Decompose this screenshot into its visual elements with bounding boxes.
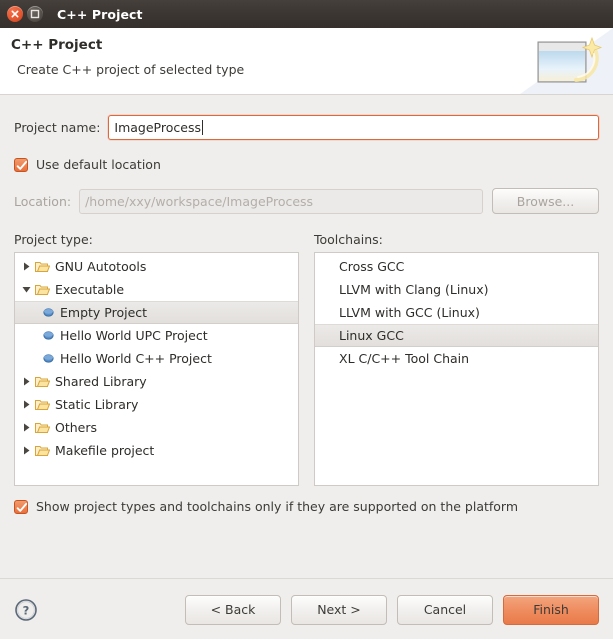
maximize-icon[interactable]	[27, 6, 43, 22]
chevron-right-icon[interactable]	[19, 423, 33, 432]
project-type-item[interactable]: Makefile project	[15, 439, 298, 462]
toolchain-item[interactable]: Linux GCC	[315, 324, 598, 347]
project-type-item[interactable]: Hello World C++ Project	[15, 347, 298, 370]
location-value: /home/xxy/workspace/ImageProcess	[85, 193, 314, 209]
use-default-location-row[interactable]: Use default location	[14, 157, 599, 172]
project-type-item-label: Makefile project	[55, 443, 155, 458]
project-type-item-label: Hello World C++ Project	[60, 351, 212, 366]
dialog-body: Project name: ImageProcess Use default l…	[0, 95, 613, 578]
project-template-icon	[40, 353, 56, 364]
project-type-item[interactable]: Hello World UPC Project	[15, 324, 298, 347]
project-template-icon	[40, 330, 56, 341]
project-type-item[interactable]: Static Library	[15, 393, 298, 416]
project-type-item-label: Empty Project	[60, 305, 148, 320]
window-title: C++ Project	[57, 6, 143, 22]
project-type-item[interactable]: Others	[15, 416, 298, 439]
folder-icon	[33, 444, 51, 457]
toolchain-item[interactable]: XL C/C++ Tool Chain	[315, 347, 598, 370]
project-type-label: Project type:	[14, 232, 93, 247]
svg-text:?: ?	[23, 603, 30, 617]
text-caret	[201, 120, 203, 135]
project-name-input[interactable]: ImageProcess	[108, 115, 599, 140]
finish-button[interactable]: Finish	[503, 594, 599, 625]
pane-spacer	[299, 232, 314, 486]
chevron-right-icon[interactable]	[19, 446, 33, 455]
show-supported-label: Show project types and toolchains only i…	[36, 499, 519, 514]
project-type-item-label: Executable	[55, 282, 125, 297]
chevron-right-icon[interactable]	[19, 400, 33, 409]
project-type-item[interactable]: Empty Project	[15, 301, 298, 324]
show-supported-row[interactable]: Show project types and toolchains only i…	[14, 499, 599, 514]
project-type-pane: Project type: GNU Autotools Executable Emp…	[14, 232, 299, 486]
toolchain-item[interactable]: LLVM with GCC (Linux)	[315, 301, 598, 324]
chevron-right-icon[interactable]	[19, 377, 33, 386]
use-default-location-checkbox[interactable]	[14, 157, 28, 172]
project-type-item-label: Others	[55, 420, 98, 435]
project-type-item-label: Shared Library	[55, 374, 147, 389]
toolchain-item[interactable]: Cross GCC	[315, 255, 598, 278]
title-bar: C++ Project	[0, 0, 613, 28]
toolchain-item-label: Linux GCC	[339, 328, 404, 343]
toolchain-item-label: XL C/C++ Tool Chain	[339, 351, 470, 366]
project-name-row: Project name: ImageProcess	[14, 115, 599, 140]
selection-panes: Project type: GNU Autotools Executable Emp…	[14, 232, 599, 486]
toolchain-item-label: LLVM with GCC (Linux)	[339, 305, 480, 320]
toolchains-pane: Toolchains: Cross GCC LLVM with Clang (Li…	[314, 232, 599, 486]
project-type-item[interactable]: GNU Autotools	[15, 255, 298, 278]
location-input: /home/xxy/workspace/ImageProcess	[79, 188, 483, 214]
toolchains-label: Toolchains:	[314, 232, 383, 247]
new-project-wizard-icon	[520, 28, 613, 94]
next-button[interactable]: Next >	[291, 594, 387, 625]
project-name-value: ImageProcess	[114, 120, 201, 135]
project-type-item[interactable]: Executable	[15, 278, 298, 301]
wizard-header: C++ Project Create C++ project of select…	[0, 28, 613, 95]
close-icon[interactable]	[7, 6, 23, 22]
folder-icon	[33, 375, 51, 388]
show-supported-checkbox[interactable]	[14, 499, 28, 514]
folder-icon	[33, 421, 51, 434]
folder-icon	[33, 260, 51, 273]
chevron-right-icon[interactable]	[19, 262, 33, 271]
toolchain-item-label: LLVM with Clang (Linux)	[339, 282, 489, 297]
location-label: Location:	[14, 193, 72, 209]
location-row: Location: /home/xxy/workspace/ImageProce…	[14, 188, 599, 214]
use-default-location-label: Use default location	[36, 157, 161, 172]
cancel-button[interactable]: Cancel	[397, 594, 493, 625]
project-type-list[interactable]: GNU Autotools Executable Empty Project Hell…	[14, 252, 299, 486]
project-template-icon	[40, 307, 56, 318]
cpp-project-dialog: C++ Project C++ Project Create C++ proje…	[0, 0, 613, 640]
toolchain-item-label: Cross GCC	[339, 259, 405, 274]
folder-icon	[33, 398, 51, 411]
chevron-down-icon[interactable]	[19, 285, 33, 294]
browse-button: Browse...	[492, 188, 599, 214]
project-type-item-label: Hello World UPC Project	[60, 328, 208, 343]
help-icon[interactable]: ?	[14, 598, 38, 622]
project-name-label: Project name:	[14, 120, 101, 135]
project-type-item-label: GNU Autotools	[55, 259, 147, 274]
toolchain-item[interactable]: LLVM with Clang (Linux)	[315, 278, 598, 301]
dialog-footer: ? < Back Next > Cancel Finish	[0, 578, 613, 640]
toolchains-list[interactable]: Cross GCC LLVM with Clang (Linux) LLVM wit…	[314, 252, 599, 486]
project-type-item-label: Static Library	[55, 397, 139, 412]
folder-icon	[33, 283, 51, 296]
back-button[interactable]: < Back	[185, 594, 281, 625]
project-type-item[interactable]: Shared Library	[15, 370, 298, 393]
